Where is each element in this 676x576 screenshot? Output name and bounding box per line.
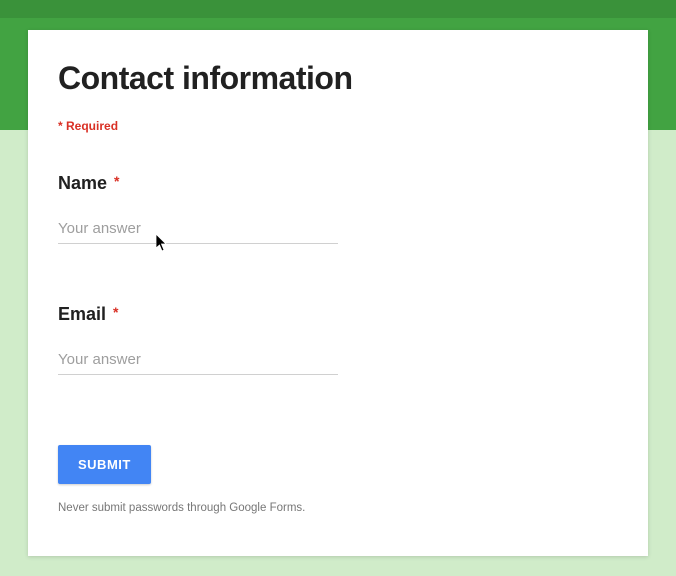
field-name: Name * — [58, 173, 618, 244]
required-note: Required — [58, 119, 618, 133]
field-label-name: Name * — [58, 173, 618, 194]
header-band-top — [0, 0, 676, 18]
name-input[interactable] — [58, 216, 338, 244]
disclaimer-text: Never submit passwords through Google Fo… — [58, 502, 618, 514]
required-asterisk-icon: * — [114, 173, 119, 189]
submit-button[interactable]: SUBMIT — [58, 445, 151, 484]
field-label-email-text: Email — [58, 304, 106, 324]
field-label-email: Email * — [58, 304, 618, 325]
field-email: Email * — [58, 304, 618, 375]
form-card: Contact information Required Name * Emai… — [28, 30, 648, 556]
page-title: Contact information — [58, 60, 618, 97]
email-input[interactable] — [58, 347, 338, 375]
required-asterisk-icon: * — [113, 304, 118, 320]
field-label-name-text: Name — [58, 173, 107, 193]
